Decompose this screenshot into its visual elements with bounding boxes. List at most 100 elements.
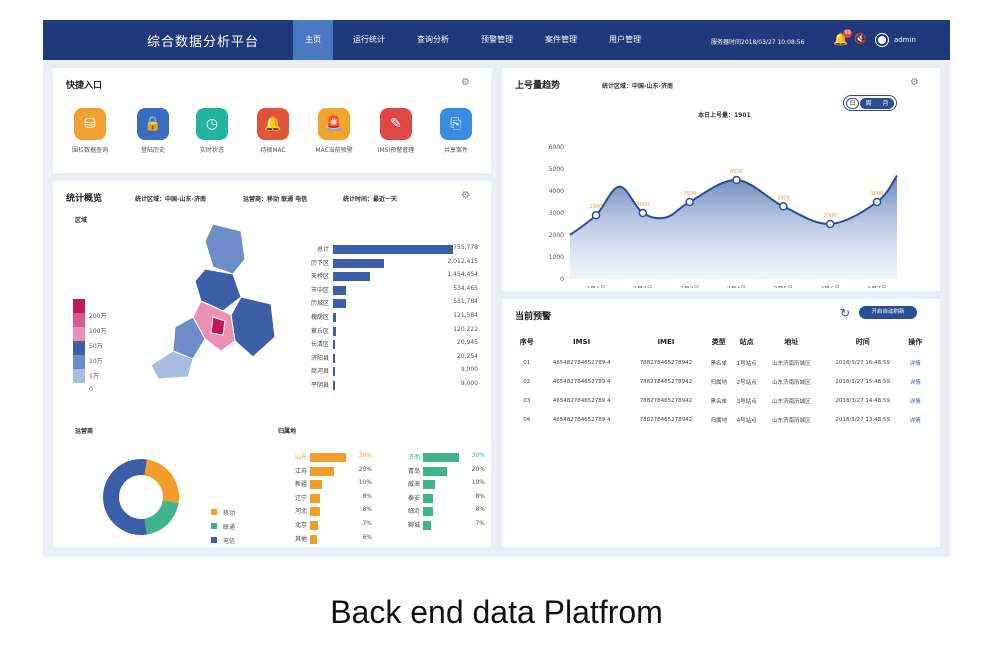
district-bar[interactable] xyxy=(333,313,337,322)
district-value: 20,254 xyxy=(457,352,478,360)
donut-slice-联通[interactable] xyxy=(144,500,179,535)
location-bar[interactable] xyxy=(423,493,433,503)
location-bar[interactable] xyxy=(423,480,435,490)
toggle-month[interactable]: 月 xyxy=(882,98,888,109)
trend-point[interactable] xyxy=(638,208,648,218)
location-bar[interactable] xyxy=(310,507,320,517)
district-name: 商河县 xyxy=(310,368,329,376)
quick-item-shared-case[interactable]: ⎘ 共享案件 xyxy=(438,108,474,154)
trend-point[interactable] xyxy=(591,210,601,220)
district-value: 4,755,778 xyxy=(447,244,478,251)
table-row[interactable]: 04 465482784652789 4 788278465278942 归属地 4号站… xyxy=(516,410,926,429)
quick-item-imsi-alert[interactable]: ✎ IMSI预警管理 xyxy=(378,108,414,154)
district-name: 历下区 xyxy=(310,259,329,267)
location-bar[interactable] xyxy=(423,466,447,476)
district-bar[interactable] xyxy=(333,272,370,282)
location-value: 7% xyxy=(362,520,372,527)
nav-home[interactable]: 主页 xyxy=(293,20,333,60)
location-bar[interactable] xyxy=(310,480,322,490)
avatar[interactable] xyxy=(876,34,888,46)
quick-item-mac-alert[interactable]: 🚨 MAC当前预警 xyxy=(315,108,353,154)
location-bar[interactable] xyxy=(310,466,334,476)
trend-point[interactable] xyxy=(779,202,788,211)
auto-refresh-button[interactable]: 开启自动刷新 xyxy=(859,306,917,319)
y-tick-label: 4000 xyxy=(549,188,564,195)
gear-icon[interactable]: ⚙ xyxy=(910,77,919,88)
location-name: 山东 xyxy=(294,454,307,461)
donut-slice-移动[interactable] xyxy=(144,459,179,503)
trend-point[interactable] xyxy=(685,197,694,207)
table-row[interactable]: 02 465482784652789 4 788278465278942 归属地 2号站… xyxy=(516,372,926,391)
home-location-title: 归属地 xyxy=(278,428,297,435)
location-value: 10% xyxy=(471,479,485,487)
refresh-icon[interactable]: ↻ xyxy=(840,306,850,320)
gear-icon[interactable]: ⚙ xyxy=(461,190,470,201)
trend-region-label: 统计区域：中国-山东-济南 xyxy=(602,83,673,90)
stats-overview-panel: 统计概览 统计区域：中国-山东-济南 运营商：移动 联通 电信 统计时间：最近一… xyxy=(53,181,491,547)
donut-slice-电信[interactable] xyxy=(103,459,147,535)
col-index: 序号 xyxy=(519,338,534,346)
location-name: 新疆 xyxy=(294,481,307,489)
alarm-bell-icon: 🔔 xyxy=(257,108,289,140)
document-edit-icon: ✎ xyxy=(380,108,412,140)
quick-entry-panel: 快捷入口 ⚙ ⛁ 围栏数据查询 🔒 登陆历史 ◷ 实时状态 🔔 待宿MAC 🚨 … xyxy=(53,68,491,173)
nav-case-management[interactable]: 案件管理 xyxy=(533,20,589,60)
quick-item-login-history[interactable]: 🔒 登陆历史 xyxy=(135,108,171,154)
map-district-shanghe[interactable] xyxy=(204,223,246,275)
detail-link[interactable]: 详情 xyxy=(905,410,926,429)
district-value: 2,012,415 xyxy=(447,257,478,265)
x-tick-label: 3月6号 xyxy=(820,286,840,288)
detail-link[interactable]: 详情 xyxy=(905,391,926,410)
location-value: 20% xyxy=(471,465,485,473)
location-bar[interactable] xyxy=(310,521,319,530)
location-bar[interactable] xyxy=(423,521,432,530)
detail-link[interactable]: 详情 xyxy=(905,353,926,372)
toggle-week[interactable]: 周 xyxy=(865,98,871,109)
detail-link[interactable]: 详情 xyxy=(905,372,926,391)
district-bar[interactable] xyxy=(333,381,335,390)
location-name: 青岛 xyxy=(407,467,420,475)
quick-item-realtime-status[interactable]: ◷ 实时状态 xyxy=(194,108,230,154)
district-value: 9,000 xyxy=(460,366,478,374)
nav-user-management[interactable]: 用户管理 xyxy=(597,20,653,60)
district-bar[interactable] xyxy=(333,326,337,336)
mute-icon[interactable]: 🔇 xyxy=(854,34,866,45)
stats-time-label: 统计时间：最近一天 xyxy=(343,196,398,203)
location-bar[interactable] xyxy=(423,453,459,462)
location-value: 7% xyxy=(475,520,485,527)
district-bar[interactable] xyxy=(333,353,335,363)
database-search-icon: ⛁ xyxy=(74,108,106,140)
nav-operation-stats[interactable]: 运行统计 xyxy=(341,20,397,60)
toggle-day[interactable]: 日 xyxy=(846,97,859,109)
location-bar[interactable] xyxy=(310,534,318,544)
quick-item-fence-query[interactable]: ⛁ 围栏数据查询 xyxy=(72,108,108,154)
map-district-zhangqiu[interactable] xyxy=(230,296,276,358)
location-bar[interactable] xyxy=(423,507,433,517)
district-bar[interactable] xyxy=(333,367,335,377)
trend-title: 上号量趋势 xyxy=(515,81,561,91)
trend-point[interactable] xyxy=(732,175,741,185)
table-row[interactable]: 03 465482784652789 4 788278465278942 黑名单 3号站… xyxy=(516,391,926,410)
location-bar[interactable] xyxy=(310,493,320,503)
nav-query-analysis[interactable]: 查询分析 xyxy=(405,20,461,60)
location-name: 河北 xyxy=(294,508,307,516)
lock-icon: 🔒 xyxy=(137,108,169,140)
district-bar[interactable] xyxy=(333,340,335,350)
y-tick-label: 0 xyxy=(560,276,564,283)
location-bar[interactable] xyxy=(310,453,346,462)
trend-point[interactable] xyxy=(872,197,882,207)
district-value: 531,784 xyxy=(453,298,478,306)
district-bar[interactable] xyxy=(333,258,384,268)
quick-item-mac[interactable]: 🔔 待宿MAC xyxy=(255,108,291,154)
nav-alert-management[interactable]: 预警管理 xyxy=(469,20,525,60)
username[interactable]: admin xyxy=(894,36,916,44)
location-name: 聊城 xyxy=(407,522,420,529)
district-bar[interactable] xyxy=(333,285,347,295)
stats-carrier-label: 运营商：移动 联通 电信 xyxy=(243,196,308,203)
trend-point[interactable] xyxy=(825,219,835,229)
district-bar[interactable] xyxy=(333,299,347,309)
top-navigation-bar: 综合数据分析平台 主页 运行统计 查询分析 预警管理 案件管理 用户管理 服务器… xyxy=(43,20,950,60)
table-row[interactable]: 01 465482784652789 4 788278465278942 黑名单 1号站… xyxy=(516,353,926,372)
gear-icon[interactable]: ⚙ xyxy=(461,77,470,88)
district-value: 9,000 xyxy=(460,380,478,387)
